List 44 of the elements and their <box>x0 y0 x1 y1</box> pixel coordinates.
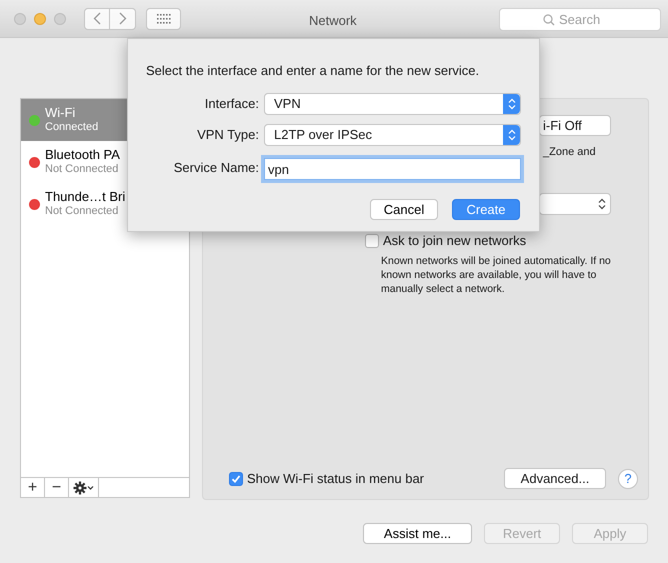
forward-icon <box>118 12 126 25</box>
zoom-button[interactable] <box>54 12 66 24</box>
network-popup[interactable] <box>539 193 611 215</box>
dialog-prompt: Select the interface and enter a name for the new service. <box>146 63 480 78</box>
back-button[interactable] <box>84 8 110 30</box>
gear-icon <box>72 481 94 495</box>
network-description: _Zone and <box>543 146 596 158</box>
service-name-field[interactable]: vpn <box>264 158 521 180</box>
field-label: VPN Type: <box>197 126 259 144</box>
chevron-icon <box>508 98 516 110</box>
grid-icon <box>156 14 170 24</box>
search-field[interactable]: Search <box>499 8 661 31</box>
show-all-button[interactable] <box>146 8 181 30</box>
service-name: Wi-Fi <box>45 105 76 120</box>
add-button[interactable]: + <box>21 478 45 498</box>
popup-button[interactable]: VPN <box>264 93 521 115</box>
close-button[interactable] <box>14 12 26 24</box>
checkbox[interactable] <box>229 472 243 486</box>
window-title: Network <box>309 12 357 30</box>
remove-button[interactable]: − <box>45 478 69 498</box>
popup-value: L2TP over IPSec <box>273 126 374 144</box>
popup-value: VPN <box>273 95 302 114</box>
search-icon <box>543 14 555 26</box>
turn-off-button[interactable]: i-Fi Off <box>539 115 611 136</box>
checkbox-label: Ask to join new networks <box>383 232 526 250</box>
checkbox-label: Show Wi-Fi status in menu bar <box>247 470 424 488</box>
field-label: Interface: <box>204 95 259 114</box>
minimize-button[interactable] <box>34 12 46 24</box>
advanced-button[interactable]: Advanced... <box>504 468 606 489</box>
forward-button[interactable] <box>110 8 136 30</box>
service-name: Bluetooth PA <box>45 147 120 162</box>
service-status: Connected <box>45 120 98 135</box>
help-button[interactable]: ? <box>618 468 638 488</box>
help-text: Known networks will be joined automatically. If no known networks are available, you will have to manually select a network. <box>381 254 612 296</box>
back-icon <box>93 12 101 25</box>
checkbox[interactable] <box>365 234 379 248</box>
chevron-icon <box>598 198 606 210</box>
popup-button[interactable]: L2TP over IPSec <box>264 124 521 146</box>
service-status: Not Connected <box>45 204 120 219</box>
chevron-icon <box>508 129 516 141</box>
footer-button[interactable]: Assist me... <box>363 523 472 544</box>
service-name: Thunde…t Bri <box>45 189 126 204</box>
dialog-button[interactable]: Cancel <box>370 199 438 220</box>
service-status: Not Connected <box>45 162 120 177</box>
